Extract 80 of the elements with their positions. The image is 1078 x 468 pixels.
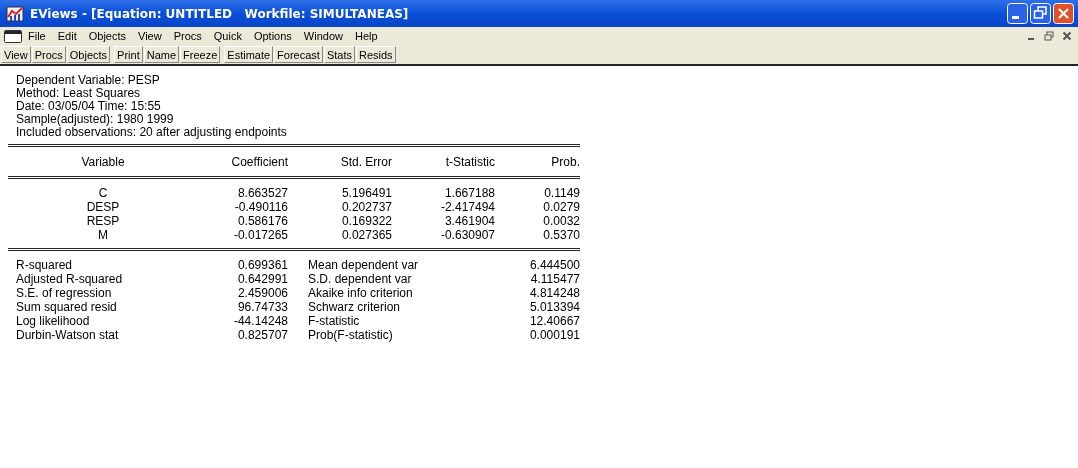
statistic-value: 4.115477	[529, 272, 580, 286]
minimize-icon[interactable]	[1007, 3, 1028, 24]
statistic-label: Mean dependent var	[307, 258, 420, 272]
table-cell-text: -2.417494	[439, 200, 495, 214]
statistic-label: Prob(F-statistic)	[307, 328, 394, 342]
table-cell-text: -0.630907	[439, 228, 495, 242]
toolbar-button[interactable]: Procs	[31, 46, 66, 63]
toolbar-button[interactable]: View	[1, 46, 31, 63]
column-header: t-Statistic	[444, 155, 495, 169]
table-cell-text: 0.1149	[543, 186, 580, 200]
toolbar-button[interactable]: Freeze	[180, 46, 221, 63]
toolbar-button[interactable]: Stats	[323, 46, 355, 63]
menu-item[interactable]: View	[132, 30, 168, 42]
table-cell-text: 5.196491	[340, 186, 392, 200]
table-cell-text: 0.0032	[542, 214, 580, 228]
table-cell-text: 0.586176	[236, 214, 288, 228]
menu-item[interactable]: Help	[348, 30, 384, 42]
menu-item[interactable]: Options	[247, 30, 298, 42]
chart-icon	[6, 5, 24, 22]
column-header: Variable	[80, 155, 126, 169]
table-cell-text: 0.5370	[542, 228, 580, 242]
toolbar-button[interactable]: Objects	[66, 46, 111, 63]
menu-item[interactable]: Window	[297, 30, 349, 42]
table-cell-text: M	[97, 228, 109, 242]
table-cell-text: 0.202737	[340, 200, 392, 214]
menu-item[interactable]: Edit	[51, 30, 83, 42]
statistic-value: 12.40667	[528, 314, 580, 328]
statistic-value: 0.000191	[528, 328, 580, 342]
statistic-label: Akaike info criterion	[307, 286, 414, 300]
statistic-value: 6.444500	[528, 258, 580, 272]
statistic-value: 2.459006	[236, 286, 288, 300]
header-line: Sample(adjusted): 1980 1999	[16, 113, 175, 126]
statistic-value: 0.642991	[236, 272, 288, 286]
statistic-label: Adjusted R-squared	[15, 272, 124, 286]
header-line: Date: 03/05/04 Time: 15:55	[16, 100, 162, 113]
menu-item[interactable]: File	[22, 30, 52, 42]
statistic-label: Schwarz criterion	[307, 300, 402, 314]
column-header: Prob.	[550, 155, 580, 169]
table-cell-text: 0.027365	[340, 228, 392, 242]
window-title: EViews - [Equation: UNTITLED Workfile: SIMULTANEAS]	[30, 6, 409, 21]
statistic-label: R-squared	[15, 258, 74, 272]
toolbar-button[interactable]: Resids	[355, 46, 396, 63]
table-cell-text: 1.667188	[443, 186, 495, 200]
menu-item[interactable]: Quick	[207, 30, 248, 42]
statistic-value: 96.74733	[236, 300, 288, 314]
statistic-value: 5.013394	[528, 300, 580, 314]
close-icon[interactable]	[1062, 31, 1072, 41]
menu-item[interactable]: Procs	[167, 30, 208, 42]
table-cell-text: 8.663527	[236, 186, 288, 200]
statistic-value: 0.825707	[236, 328, 288, 342]
statistic-label: Sum squared resid	[15, 300, 118, 314]
table-cell-text: -0.490116	[233, 200, 288, 214]
header-line: Method: Least Squares	[16, 87, 142, 100]
toolbar-button[interactable]: Name	[143, 46, 180, 63]
table-cell-text: C	[97, 186, 109, 200]
restore-icon[interactable]	[1030, 3, 1051, 24]
table-cell-text: DESP	[85, 200, 121, 214]
statistic-value: -44.14248	[232, 314, 288, 328]
table-cell-text: 0.0279	[542, 200, 580, 214]
statistic-value: 4.814248	[528, 286, 580, 300]
header-line: Dependent Variable: PESP	[16, 74, 161, 87]
statistic-label: F-statistic	[307, 314, 361, 328]
toolbar-button[interactable]: Estimate	[224, 46, 274, 63]
statistic-label: S.D. dependent var	[307, 272, 413, 286]
table-cell-text: RESP	[85, 214, 121, 228]
table-cell-text: 3.461904	[443, 214, 495, 228]
statistic-value: 0.699361	[236, 258, 288, 272]
toolbar-button[interactable]: Forecast	[274, 46, 323, 63]
column-header: Std. Error	[339, 155, 392, 169]
column-header: Coefficient	[230, 155, 288, 169]
table-cell-text: -0.017265	[232, 228, 288, 242]
restore-icon[interactable]	[1044, 31, 1054, 41]
statistic-label: S.E. of regression	[15, 286, 113, 300]
statistic-label: Log likelihood	[15, 314, 91, 328]
statistic-label: Durbin-Watson stat	[15, 328, 120, 342]
document-icon[interactable]	[4, 29, 22, 43]
table-cell-text: 0.169322	[340, 214, 392, 228]
toolbar-button[interactable]: Print	[114, 46, 143, 63]
header-line: Included observations: 20 after adjusting endpoints	[16, 126, 288, 139]
menu-item[interactable]: Objects	[82, 30, 132, 42]
